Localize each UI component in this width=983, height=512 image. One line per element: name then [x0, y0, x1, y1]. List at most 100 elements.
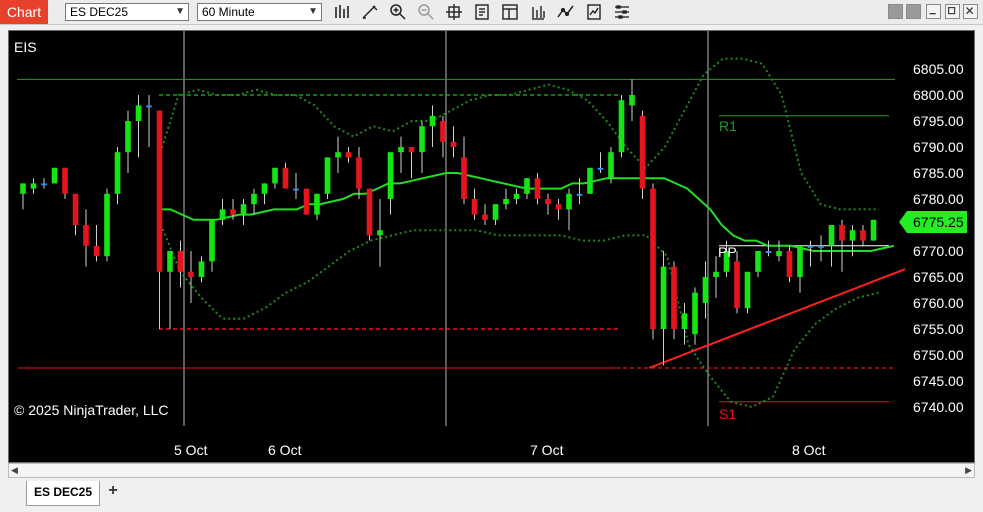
- candle-body: [597, 167, 604, 170]
- properties-icon[interactable]: [472, 3, 492, 21]
- candles-layer: [20, 79, 877, 366]
- snap-window-button[interactable]: [888, 4, 903, 19]
- candle-body: [314, 193, 320, 215]
- candle-body: [51, 167, 58, 184]
- maximize-button[interactable]: [945, 4, 960, 19]
- link-window-button[interactable]: [906, 4, 921, 19]
- price-chart[interactable]: 6805.00 6800.00 6795.00 6790.00 6785.00 6780.…: [9, 31, 974, 462]
- date-label: 8 Oct: [792, 442, 826, 458]
- price-tick-label: 6745.00: [913, 373, 964, 389]
- candle-body: [20, 183, 26, 194]
- price-tick-label: 6785.00: [913, 165, 964, 181]
- candle-body: [440, 121, 446, 142]
- price-tick-label: 6780.00: [913, 191, 964, 207]
- candle-body: [450, 141, 457, 147]
- chevron-down-icon: ▼: [175, 6, 185, 17]
- candle-body: [461, 157, 467, 199]
- candle-body: [503, 199, 509, 205]
- indicators-icon[interactable]: [556, 3, 576, 21]
- candle-body: [587, 167, 593, 194]
- candle-body: [828, 225, 835, 246]
- candle-body: [30, 183, 37, 189]
- candle-body: [618, 100, 625, 153]
- candle-body: [524, 178, 530, 194]
- candle-body: [818, 245, 824, 248]
- candle-body: [114, 152, 121, 194]
- chart-trader-icon[interactable]: [612, 3, 632, 21]
- candle-body: [62, 167, 68, 194]
- crosshair-icon[interactable]: [444, 3, 464, 21]
- title-bar: Chart ES DEC25 ▼ 60 Minute ▼: [0, 0, 983, 25]
- data-box-icon[interactable]: [500, 3, 520, 21]
- scroll-right-icon[interactable]: ▶: [965, 464, 972, 477]
- candle-body: [419, 126, 425, 153]
- candle-body: [786, 251, 793, 277]
- price-axis: 6805.00 6800.00 6795.00 6790.00 6785.00 6780.…: [913, 61, 964, 415]
- candle-body: [482, 214, 488, 220]
- candle-body: [125, 121, 131, 153]
- instrument-value: ES DEC25: [70, 5, 129, 19]
- strategies-icon[interactable]: [528, 3, 548, 21]
- add-tab-button[interactable]: +: [103, 481, 123, 503]
- candle-body: [303, 188, 310, 215]
- candle-body: [650, 188, 656, 329]
- chevron-down-icon: ▼: [308, 6, 318, 17]
- candle-body: [104, 193, 110, 257]
- candle-body: [366, 188, 373, 236]
- chart-window-tab[interactable]: Chart: [0, 0, 48, 24]
- zoom-out-icon[interactable]: [416, 3, 436, 21]
- candle-body: [692, 292, 698, 335]
- candle-body: [608, 152, 614, 179]
- close-button[interactable]: [963, 4, 978, 19]
- tab-es-dec25[interactable]: ES DEC25: [26, 481, 100, 506]
- candle-body: [188, 271, 194, 277]
- candle-body: [713, 271, 719, 277]
- candle-body: [566, 193, 572, 210]
- candle-body: [345, 152, 352, 158]
- pivot-r1-label: R1: [719, 118, 737, 134]
- candle-body: [629, 95, 635, 106]
- indicator-layer: [158, 57, 906, 409]
- price-tick-label: 6770.00: [913, 243, 964, 259]
- candle-body: [293, 188, 299, 191]
- candle-body: [398, 147, 404, 153]
- date-label: 5 Oct: [174, 442, 208, 458]
- candle-body: [230, 209, 236, 215]
- candle-body: [135, 105, 142, 121]
- instrument-selector[interactable]: ES DEC25 ▼: [65, 3, 189, 21]
- drawing-tool-icon[interactable]: [360, 3, 380, 21]
- candle-body: [198, 261, 205, 277]
- candle-body: [870, 219, 877, 241]
- candle-body: [744, 271, 751, 309]
- interval-selector[interactable]: 60 Minute ▼: [197, 3, 322, 21]
- candle-body: [807, 245, 814, 248]
- candle-body: [702, 277, 709, 303]
- zoom-in-icon[interactable]: [388, 3, 408, 21]
- scroll-left-icon[interactable]: ◀: [11, 464, 18, 477]
- candle-body: [377, 230, 383, 236]
- candle-body: [146, 105, 152, 108]
- templates-icon[interactable]: [584, 3, 604, 21]
- candle-body: [83, 225, 89, 246]
- candle-body: [408, 147, 415, 153]
- candle-body: [671, 266, 677, 329]
- minimize-button[interactable]: [926, 4, 941, 19]
- copyright-label: © 2025 NinjaTrader, LLC: [14, 402, 169, 418]
- candle-body: [261, 183, 268, 194]
- price-tick-label: 6740.00: [913, 399, 964, 415]
- price-tick-label: 6805.00: [913, 61, 964, 77]
- candle-body: [219, 209, 226, 220]
- price-tick-label: 6755.00: [913, 321, 964, 337]
- chart-panel[interactable]: 6805.00 6800.00 6795.00 6790.00 6785.00 6780.…: [8, 30, 975, 463]
- candle-body: [177, 251, 184, 272]
- bar-type-icon[interactable]: [332, 3, 352, 21]
- candle-body: [251, 193, 257, 205]
- candle-body: [860, 230, 866, 241]
- candle-body: [776, 251, 782, 257]
- candle-body: [849, 230, 856, 241]
- candle-body: [167, 251, 173, 272]
- candle-body: [576, 193, 583, 196]
- candle-body: [429, 115, 436, 127]
- candle-body: [660, 266, 667, 329]
- chart-scrollbar[interactable]: ◀ ▶: [8, 463, 975, 478]
